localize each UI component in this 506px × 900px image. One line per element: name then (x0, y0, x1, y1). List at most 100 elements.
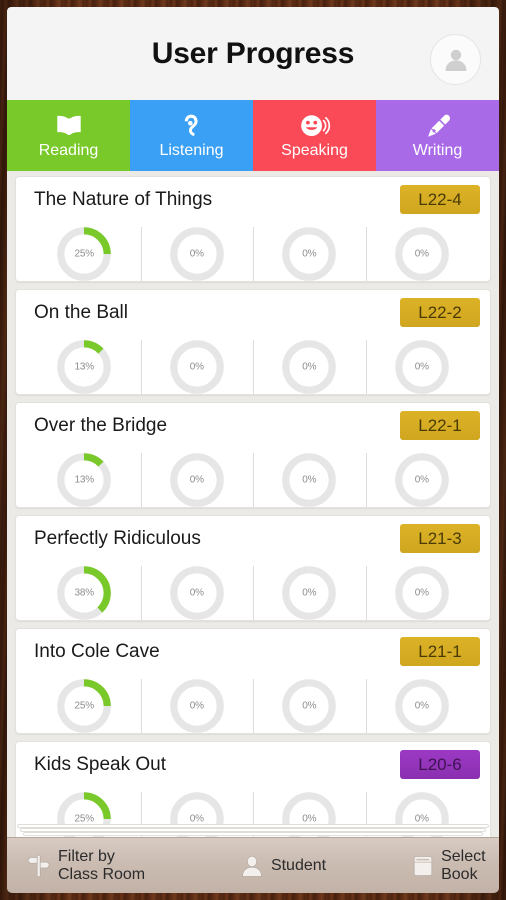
progress-donut: 0% (282, 340, 337, 394)
app-header: User Progress (7, 7, 499, 100)
progress-percent-label: 0% (414, 813, 429, 825)
book-progress-list[interactable]: The Nature of Things L22-4 25% 0% 0% 0% On the… (7, 171, 499, 837)
progress-donut: 0% (394, 227, 449, 281)
progress-donut: 0% (169, 340, 224, 394)
progress-donut: 0% (282, 679, 337, 733)
progress-percent-label: 38% (74, 587, 95, 599)
student-button[interactable]: Student (234, 854, 332, 878)
progress-donut: 0% (169, 227, 224, 281)
skill-progress-cell: 0% (365, 336, 479, 398)
app-frame: User Progress Reading Listening Speaking… (7, 7, 499, 893)
progress-donut: 0% (394, 453, 449, 507)
tab-writing-label: Writing (412, 141, 463, 159)
card-header: Kids Speak Out L20-6 (28, 750, 480, 782)
skill-progress-cell: 0% (365, 562, 479, 624)
progress-donut: 0% (282, 566, 337, 620)
skill-progress-cell: 0% (140, 223, 254, 285)
progress-percent-label: 25% (74, 248, 95, 260)
card-header: Into Cole Cave L21-1 (28, 637, 480, 669)
signpost-icon (27, 853, 51, 879)
page-title: User Progress (151, 36, 355, 70)
tab-listening[interactable]: Listening (130, 100, 253, 171)
skill-progress-cell: 0% (140, 562, 254, 624)
tab-listening-label: Listening (159, 141, 224, 159)
progress-donut: 0% (169, 792, 224, 837)
progress-donut: 25% (57, 679, 112, 733)
tab-speaking-label: Speaking (281, 141, 348, 159)
book-title: On the Ball (34, 302, 128, 323)
progress-percent-label: 25% (74, 700, 95, 712)
progress-donut: 0% (282, 792, 337, 837)
progress-percent-label: 0% (302, 361, 317, 373)
book-progress-card[interactable]: Into Cole Cave L21-1 25% 0% 0% 0% (15, 628, 491, 734)
user-avatar-button[interactable] (430, 34, 481, 85)
skill-progress-cell: 0% (253, 336, 366, 398)
progress-percent-label: 0% (302, 474, 317, 486)
level-badge: L22-2 (400, 298, 480, 327)
tab-writing[interactable]: Writing (376, 100, 499, 171)
smiley-sound-icon (299, 113, 331, 139)
book-title: The Nature of Things (34, 189, 213, 210)
book-icon (412, 854, 434, 878)
skill-progress-cell: 0% (140, 336, 254, 398)
progress-percent-label: 0% (414, 474, 429, 486)
book-progress-card[interactable]: Kids Speak Out L20-6 25% 0% 0% 0% (15, 741, 491, 837)
progress-percent-label: 0% (414, 361, 429, 373)
progress-percent-label: 0% (302, 813, 317, 825)
progress-donut: 0% (394, 340, 449, 394)
book-progress-card[interactable]: On the Ball L22-2 13% 0% 0% 0% (15, 289, 491, 395)
skill-progress-cell: 0% (253, 562, 366, 624)
ear-icon (181, 113, 203, 139)
progress-donut: 25% (57, 227, 112, 281)
progress-donut: 0% (394, 679, 449, 733)
skill-tabbar: Reading Listening Speaking Writing (7, 100, 499, 171)
progress-donut: 0% (169, 566, 224, 620)
progress-percent-label: 0% (189, 813, 204, 825)
book-progress-card[interactable]: Perfectly Ridiculous L21-3 38% 0% 0% 0% (15, 515, 491, 621)
book-progress-card[interactable]: The Nature of Things L22-4 25% 0% 0% 0% (15, 176, 491, 282)
skill-progress-row: 13% 0% 0% 0% (28, 449, 478, 511)
progress-donut: 0% (394, 566, 449, 620)
skill-progress-cell: 0% (253, 223, 366, 285)
progress-percent-label: 13% (74, 474, 95, 486)
select-book-label: Select Book (441, 847, 486, 883)
skill-progress-cell: 25% (28, 788, 141, 837)
skill-progress-cell: 0% (253, 788, 366, 837)
book-title: Over the Bridge (34, 415, 168, 436)
skill-progress-row: 25% 0% 0% 0% (28, 223, 478, 285)
open-book-icon (54, 113, 84, 139)
progress-percent-label: 0% (189, 700, 204, 712)
card-header: Over the Bridge L22-1 (28, 411, 480, 443)
skill-progress-cell: 0% (253, 675, 366, 737)
progress-percent-label: 0% (302, 248, 317, 260)
progress-donut: 0% (282, 453, 337, 507)
skill-progress-cell: 13% (28, 336, 141, 398)
book-progress-card[interactable]: Over the Bridge L22-1 13% 0% 0% 0% (15, 402, 491, 508)
user-avatar-icon (441, 45, 471, 75)
filter-by-class-room-button[interactable]: Filter by Class Room (21, 848, 160, 884)
skill-progress-cell: 0% (365, 223, 479, 285)
book-title: Perfectly Ridiculous (34, 528, 201, 549)
student-icon (240, 854, 264, 878)
card-header: Perfectly Ridiculous L21-3 (28, 524, 480, 556)
skill-progress-row: 25% 0% 0% 0% (28, 788, 478, 837)
skill-progress-cell: 0% (365, 788, 479, 837)
tab-speaking[interactable]: Speaking (253, 100, 376, 171)
book-title: Into Cole Cave (34, 641, 160, 662)
skill-progress-cell: 13% (28, 449, 141, 511)
select-book-button[interactable]: Select Book (406, 848, 499, 884)
filter-by-class-room-label: Filter by Class Room (58, 847, 146, 883)
skill-progress-row: 38% 0% 0% 0% (28, 562, 478, 624)
card-header: On the Ball L22-2 (28, 298, 480, 330)
progress-percent-label: 0% (302, 700, 317, 712)
level-badge: L20-6 (400, 750, 480, 779)
skill-progress-cell: 25% (28, 223, 141, 285)
skill-progress-cell: 0% (140, 449, 254, 511)
skill-progress-cell: 25% (28, 675, 141, 737)
progress-percent-label: 0% (414, 248, 429, 260)
tab-reading[interactable]: Reading (7, 100, 130, 171)
level-badge: L21-3 (400, 524, 480, 553)
progress-donut: 0% (282, 227, 337, 281)
progress-percent-label: 0% (189, 248, 204, 260)
card-header: The Nature of Things L22-4 (28, 185, 480, 217)
